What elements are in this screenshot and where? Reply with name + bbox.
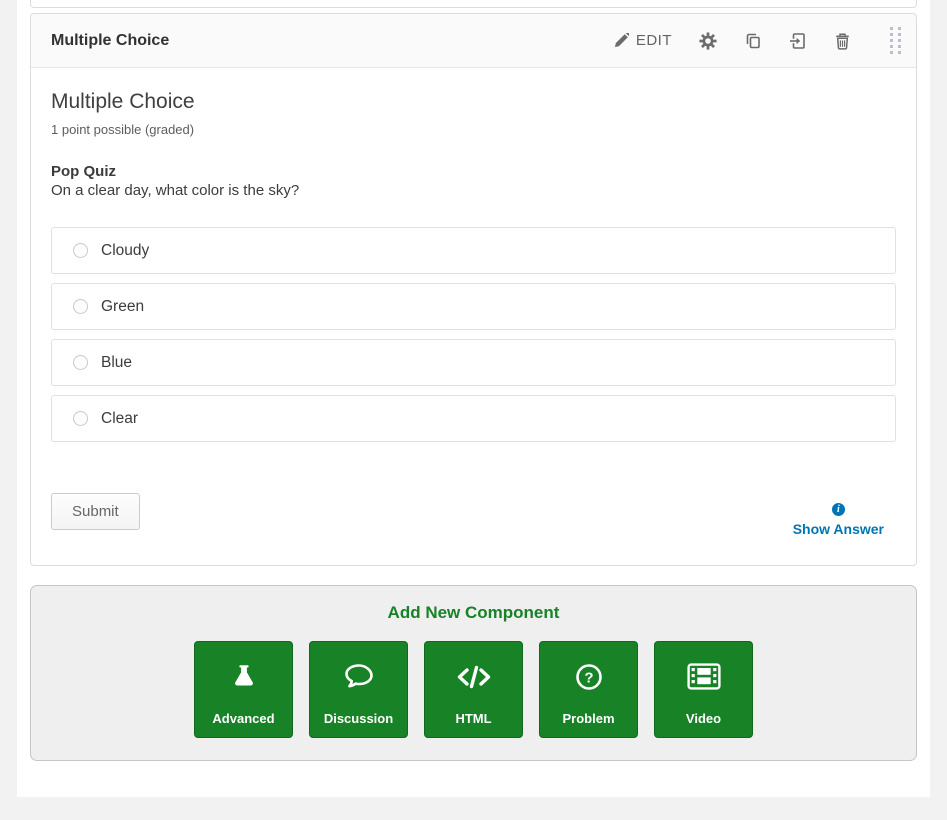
multiple-choice-component-card: Multiple Choice EDIT xyxy=(30,13,917,566)
component-button-label: Advanced xyxy=(212,711,274,726)
radio-button-icon[interactable] xyxy=(73,411,88,426)
add-problem-button[interactable]: ? Problem xyxy=(539,641,638,738)
add-advanced-button[interactable]: Advanced xyxy=(194,641,293,738)
add-new-component-title: Add New Component xyxy=(31,603,916,623)
question-circle-icon: ? xyxy=(540,642,637,711)
component-actions: EDIT xyxy=(613,14,916,67)
move-button[interactable] xyxy=(789,32,807,50)
component-button-label: Discussion xyxy=(324,711,393,726)
choice-label: Cloudy xyxy=(101,242,149,260)
duplicate-button[interactable] xyxy=(744,32,762,50)
previous-card-bottom-edge xyxy=(30,0,917,8)
info-circle-icon: i xyxy=(832,503,845,516)
film-icon xyxy=(655,642,752,711)
radio-button-icon[interactable] xyxy=(73,299,88,314)
choice-option[interactable]: Cloudy xyxy=(51,227,896,274)
move-icon xyxy=(789,32,807,50)
speech-bubble-icon xyxy=(310,642,407,711)
component-button-label: Problem xyxy=(562,711,614,726)
radio-button-icon[interactable] xyxy=(73,243,88,258)
svg-text:?: ? xyxy=(584,669,593,686)
add-video-button[interactable]: Video xyxy=(654,641,753,738)
component-header: Multiple Choice EDIT xyxy=(31,14,916,68)
problem-title: Multiple Choice xyxy=(51,90,896,114)
choice-label: Clear xyxy=(101,410,138,428)
component-title: Multiple Choice xyxy=(51,32,169,50)
show-answer-button[interactable]: i Show Answer xyxy=(793,503,884,537)
delete-button[interactable] xyxy=(834,32,851,50)
question-text: On a clear day, what color is the sky? xyxy=(51,182,896,199)
choice-label: Green xyxy=(101,298,144,316)
choice-option[interactable]: Blue xyxy=(51,339,896,386)
content-wrapper: Multiple Choice EDIT xyxy=(17,0,930,797)
question-title: Pop Quiz xyxy=(51,163,896,180)
pencil-icon xyxy=(613,33,629,49)
add-discussion-button[interactable]: Discussion xyxy=(309,641,408,738)
show-answer-label: Show Answer xyxy=(793,521,884,537)
choice-label: Blue xyxy=(101,354,132,372)
add-html-button[interactable]: HTML xyxy=(424,641,523,738)
component-button-label: HTML xyxy=(455,711,491,726)
problem-body: Multiple Choice 1 point possible (graded… xyxy=(31,68,916,565)
drag-handle-icon[interactable] xyxy=(878,19,916,62)
component-button-label: Video xyxy=(686,711,721,726)
code-icon xyxy=(425,642,522,711)
edit-button[interactable]: EDIT xyxy=(613,32,672,49)
submit-button[interactable]: Submit xyxy=(51,493,140,530)
problem-action-row: Submit i Show Answer xyxy=(51,493,896,537)
edit-button-label: EDIT xyxy=(636,32,672,49)
component-type-buttons: Advanced Discussion xyxy=(31,641,916,738)
points-possible-text: 1 point possible (graded) xyxy=(51,122,896,137)
trash-icon xyxy=(834,32,851,50)
choice-option[interactable]: Clear xyxy=(51,395,896,442)
radio-button-icon[interactable] xyxy=(73,355,88,370)
duplicate-icon xyxy=(744,32,762,50)
choices-group: Cloudy Green Blue Clear xyxy=(51,227,896,442)
add-new-component-panel: Add New Component Advanced Discussion xyxy=(30,585,917,761)
gear-icon xyxy=(699,32,717,50)
choice-option[interactable]: Green xyxy=(51,283,896,330)
settings-button[interactable] xyxy=(699,32,717,50)
flask-icon xyxy=(195,642,292,711)
